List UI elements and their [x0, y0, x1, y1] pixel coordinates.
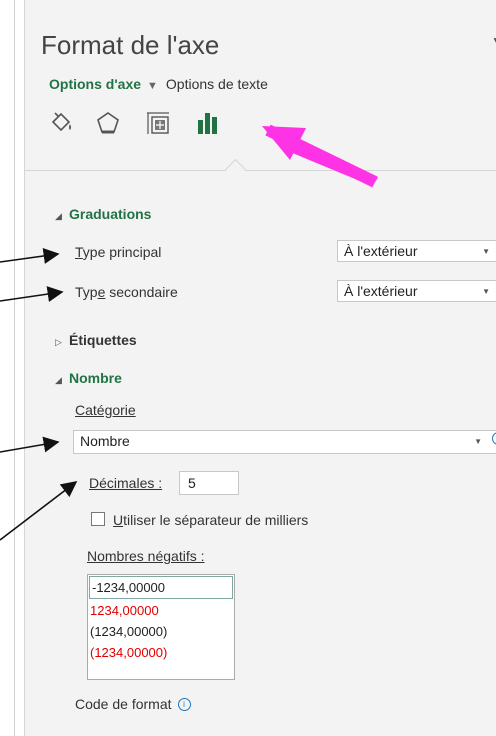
negative-option-3[interactable]: (1234,00000): [88, 621, 234, 642]
section-graduations-label: Graduations: [69, 206, 152, 222]
minor-tick-label-part2: secondaire: [105, 284, 178, 300]
format-code-text: Code de format: [75, 696, 172, 712]
pane-options-chevron-icon[interactable]: ▼: [491, 34, 496, 48]
negative-numbers-list[interactable]: -1234,00000 1234,00000 (1234,00000) (123…: [87, 574, 235, 680]
info-icon[interactable]: i: [177, 698, 191, 711]
thousands-separator-checkbox[interactable]: [91, 512, 105, 526]
section-nombre-header[interactable]: ◢ Nombre: [55, 370, 122, 386]
pane-title: Format de l'axe: [41, 30, 220, 60]
dropdown-arrow-icon: ▼: [482, 287, 490, 296]
main-tick-label-accesskey: T: [75, 244, 83, 260]
expanded-triangle-icon: ◢: [55, 375, 62, 385]
expanded-triangle-icon: ◢: [55, 211, 62, 221]
negative-option-2[interactable]: 1234,00000: [88, 600, 234, 621]
category-dropdown[interactable]: Nombre ▼: [73, 430, 496, 454]
section-nombre-label: Nombre: [69, 370, 122, 386]
main-tick-dropdown[interactable]: À l'extérieur ▼: [337, 240, 496, 262]
section-graduations-header[interactable]: ◢ Graduations: [55, 206, 151, 222]
section-etiquettes-header[interactable]: ▷ Étiquettes: [55, 332, 137, 348]
tab-axis-options[interactable]: Options d'axe: [49, 76, 141, 92]
tab-text-options[interactable]: Options de texte: [166, 76, 268, 92]
size-properties-icon[interactable]: [145, 110, 171, 136]
main-tick-value: À l'extérieur: [344, 243, 418, 259]
decimals-label: Décimales :: [89, 475, 162, 491]
minor-tick-dropdown[interactable]: À l'extérieur ▼: [337, 280, 496, 302]
main-tick-label-part2: ype principal: [82, 244, 162, 260]
negative-label-text: Nombres négatifs :: [87, 548, 205, 564]
dropdown-arrow-icon: ▼: [474, 437, 482, 446]
tab-divider: [25, 170, 496, 171]
decimals-input[interactable]: 5: [179, 471, 239, 495]
category-value: Nombre: [80, 433, 130, 449]
section-etiquettes-label: Étiquettes: [69, 332, 137, 348]
worksheet-edge: [0, 0, 15, 736]
options-tabs: Options d'axe ▼ Options de texte: [49, 76, 268, 92]
minor-tick-label-part1: Typ: [75, 284, 98, 300]
format-axis-pane: Format de l'axe ▼ Options d'axe▼Options …: [24, 0, 496, 736]
thousands-separator-label[interactable]: Utiliser le séparateur de milliers: [113, 512, 308, 528]
separator-label-text: tiliser le séparateur de milliers: [123, 512, 309, 528]
minor-tick-label: Type secondaire: [75, 284, 178, 300]
main-tick-label: Type principal: [75, 244, 161, 260]
fill-bucket-icon[interactable]: [49, 110, 75, 136]
negative-option-1[interactable]: -1234,00000: [89, 576, 233, 599]
collapsed-triangle-icon: ▷: [55, 337, 62, 347]
minor-tick-value: À l'extérieur: [344, 283, 418, 299]
decimals-label-text: Décimales :: [89, 475, 163, 491]
format-code-label: Code de format i: [75, 696, 191, 712]
dropdown-arrow-icon: ▼: [482, 247, 490, 256]
negative-option-4[interactable]: (1234,00000): [88, 642, 234, 663]
separator-accesskey: U: [113, 512, 124, 528]
category-label: Catégorie: [75, 402, 136, 418]
tab-dropdown-icon[interactable]: ▼: [147, 80, 158, 92]
negative-numbers-label: Nombres négatifs :: [87, 548, 205, 564]
pentagon-icon[interactable]: [95, 110, 121, 136]
active-tab-pointer: [224, 158, 247, 181]
bar-chart-icon[interactable]: [195, 110, 221, 136]
